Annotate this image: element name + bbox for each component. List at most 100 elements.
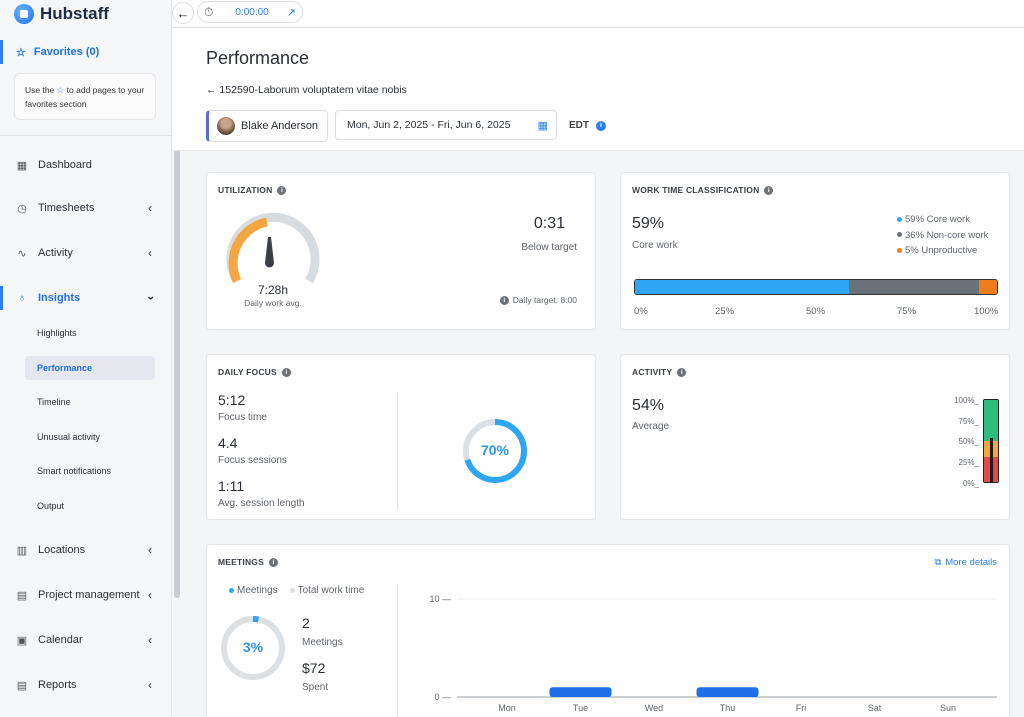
info-icon[interactable]: i [277,185,287,195]
sidebar-item-label: Reports [38,679,77,691]
meetings-count: 2 [302,615,310,631]
info-icon[interactable]: i [596,120,606,131]
sidebar-item-label: Insights [38,292,81,304]
segment-non-core [848,280,979,294]
x-tick-label: Sun [940,703,956,713]
x-tick-label: Wed [645,703,663,713]
sidebar-item-insights[interactable]: ♁ Insights ‹ [0,286,172,310]
sidebar-item-dashboard[interactable]: ▦ Dashboard [0,153,172,177]
sidebar-item-calendar[interactable]: ▣ Calendar ‹ [0,628,172,652]
meetings-spent: $72 [302,660,326,676]
work-time-legend: 59% Core work 36% Non-core work 5% Unpro… [897,212,988,259]
sidebar-item-locations[interactable]: ▥ Locations ‹ [0,538,172,562]
legend-core: 59% Core work [897,212,988,228]
legend-label: 36% Non-core work [905,229,989,241]
stopwatch-icon: ⏱ [204,4,214,19]
work-time-title-text: WORK TIME CLASSIFICATION [632,185,760,195]
dashboard-icon: ▦ [16,159,28,172]
work-time-headline-label: Core work [632,240,678,251]
utilization-card: UTILIZATION i 7:28h Daily work avg. 0:31… [206,172,596,330]
legend-dot [289,587,295,593]
sidebar-sub-unusual-activity[interactable]: Unusual activity [25,425,155,449]
activity-level-marker [990,437,993,483]
calendar-icon: ▣ [16,634,28,647]
sidebar-item-project-management[interactable]: ▤ Project management ‹ [0,583,172,607]
star-icon: ☆ [16,46,26,59]
utilization-delta: 0:31 [533,215,565,232]
meetings-spent-label: Spent [302,682,329,693]
brand-name: Hubstaff [40,4,109,23]
sidebar-item-label: Activity [38,247,73,259]
sidebar: Hubstaff ☆ Favorites (0) Use the ☆ to ad… [0,0,172,717]
timer-widget[interactable]: ⏱ 0:00:00 ↗ [197,1,303,23]
legend-dot [897,232,902,238]
sidebar-item-reports[interactable]: ▤ Reports ‹ [0,673,172,697]
breadcrumb[interactable]: ← 152590-Laborum voluptatem vitae nobis [206,84,407,96]
activity-icon: ∿ [17,247,27,260]
map-icon: ▥ [16,544,28,557]
legend-total-work: Total work time [289,585,364,596]
page-header: Performance ← 152590-Laborum voluptatem … [172,28,1024,151]
x-tick-label: Mon [498,703,516,713]
activity-value-label: Average [632,421,670,432]
sidebar-sub-highlights[interactable]: Highlights [25,321,155,345]
arrow-left-icon: ← [206,84,220,96]
sidebar-sub-output[interactable]: Output [25,494,155,518]
legend-label: 5% Unproductive [905,245,978,256]
work-time-headline: 59% [632,215,665,232]
sidebar-divider [0,135,172,136]
info-icon[interactable]: i [677,367,687,377]
bar-thu [696,687,759,697]
info-icon[interactable]: i [764,185,774,195]
meetings-chart: 10 — 0 — Mon Tue Wed Thu Fri Sat Sun [429,594,997,713]
brand[interactable]: Hubstaff [14,4,109,24]
y-tick-label: 0 — [434,692,451,702]
more-details-label: More details [945,557,997,568]
meetings-ring-value: 3% [242,639,264,655]
more-details-link[interactable]: ⧉ More details [934,557,997,568]
top-bar: ← ⏱ 0:00:00 ↗ [172,0,1024,28]
chevron-left-icon: ‹ [148,588,152,602]
gauge-hub [265,258,274,268]
chevron-down-icon: ‹ [143,296,157,300]
legend-dot [897,216,902,222]
info-icon[interactable]: i [269,557,278,567]
legend-dot [229,587,234,593]
project-icon: ▤ [16,589,28,602]
sidebar-item-favorites[interactable]: ☆ Favorites (0) [0,40,172,64]
sidebar-item-timesheets[interactable]: ◷ Timesheets ‹ [0,196,172,220]
activity-card: ACTIVITY i 54% Average 100%_ 75%_ 50%_ 2… [620,354,1010,520]
segment-core [635,280,849,294]
chevron-left-icon: ‹ [148,633,152,647]
activity-tick: 0%_ [962,478,979,488]
daily-target: i Daily target: 8:00 [499,295,577,305]
daily-target-label: Daily target: 8:00 [512,295,577,305]
favorites-hint: Use the ☆ to add pages to your favorites… [14,73,156,120]
favorites-label: Favorites (0) [33,46,100,58]
arrow-up-right-icon[interactable]: ↗ [287,6,296,19]
axis-tick-label: 100% [974,306,999,317]
user-selector[interactable]: Blake Anderson [206,110,328,142]
sidebar-sub-smart-notifications[interactable]: Smart notifications [25,459,155,483]
sidebar-item-activity[interactable]: ∿ Activity ‹ [0,241,172,265]
info-icon[interactable]: i [281,367,291,377]
legend-unproductive: 5% Unproductive [897,243,988,259]
date-range-value: Mon, Jun 2, 2025 - Fri, Jun 6, 2025 [347,119,511,131]
chevron-left-icon: ‹ [148,543,152,557]
focus-time-label: Focus time [218,412,267,423]
sidebar-sub-timeline[interactable]: Timeline [25,390,155,414]
x-tick-label: Sat [868,703,882,713]
meetings-divider [397,585,398,717]
info-icon[interactable]: i [499,295,509,305]
avg-session-value: 1:11 [218,478,245,494]
collapse-sidebar-button[interactable]: ← [172,2,194,24]
meetings-card: MEETINGS i ⧉ More details Meetings Total… [206,544,1010,717]
legend-label: Meetings [237,585,278,596]
axis-tick-label: 50% [806,306,826,317]
axis-tick-label: 0% [634,306,648,317]
sidebar-sub-performance[interactable]: Performance [25,356,155,380]
avatar [217,117,235,135]
date-range-picker[interactable]: Mon, Jun 2, 2025 - Fri, Jun 6, 2025 ▦ [335,110,557,140]
activity-tick: 100%_ [954,396,979,405]
work-time-bar [634,279,998,295]
